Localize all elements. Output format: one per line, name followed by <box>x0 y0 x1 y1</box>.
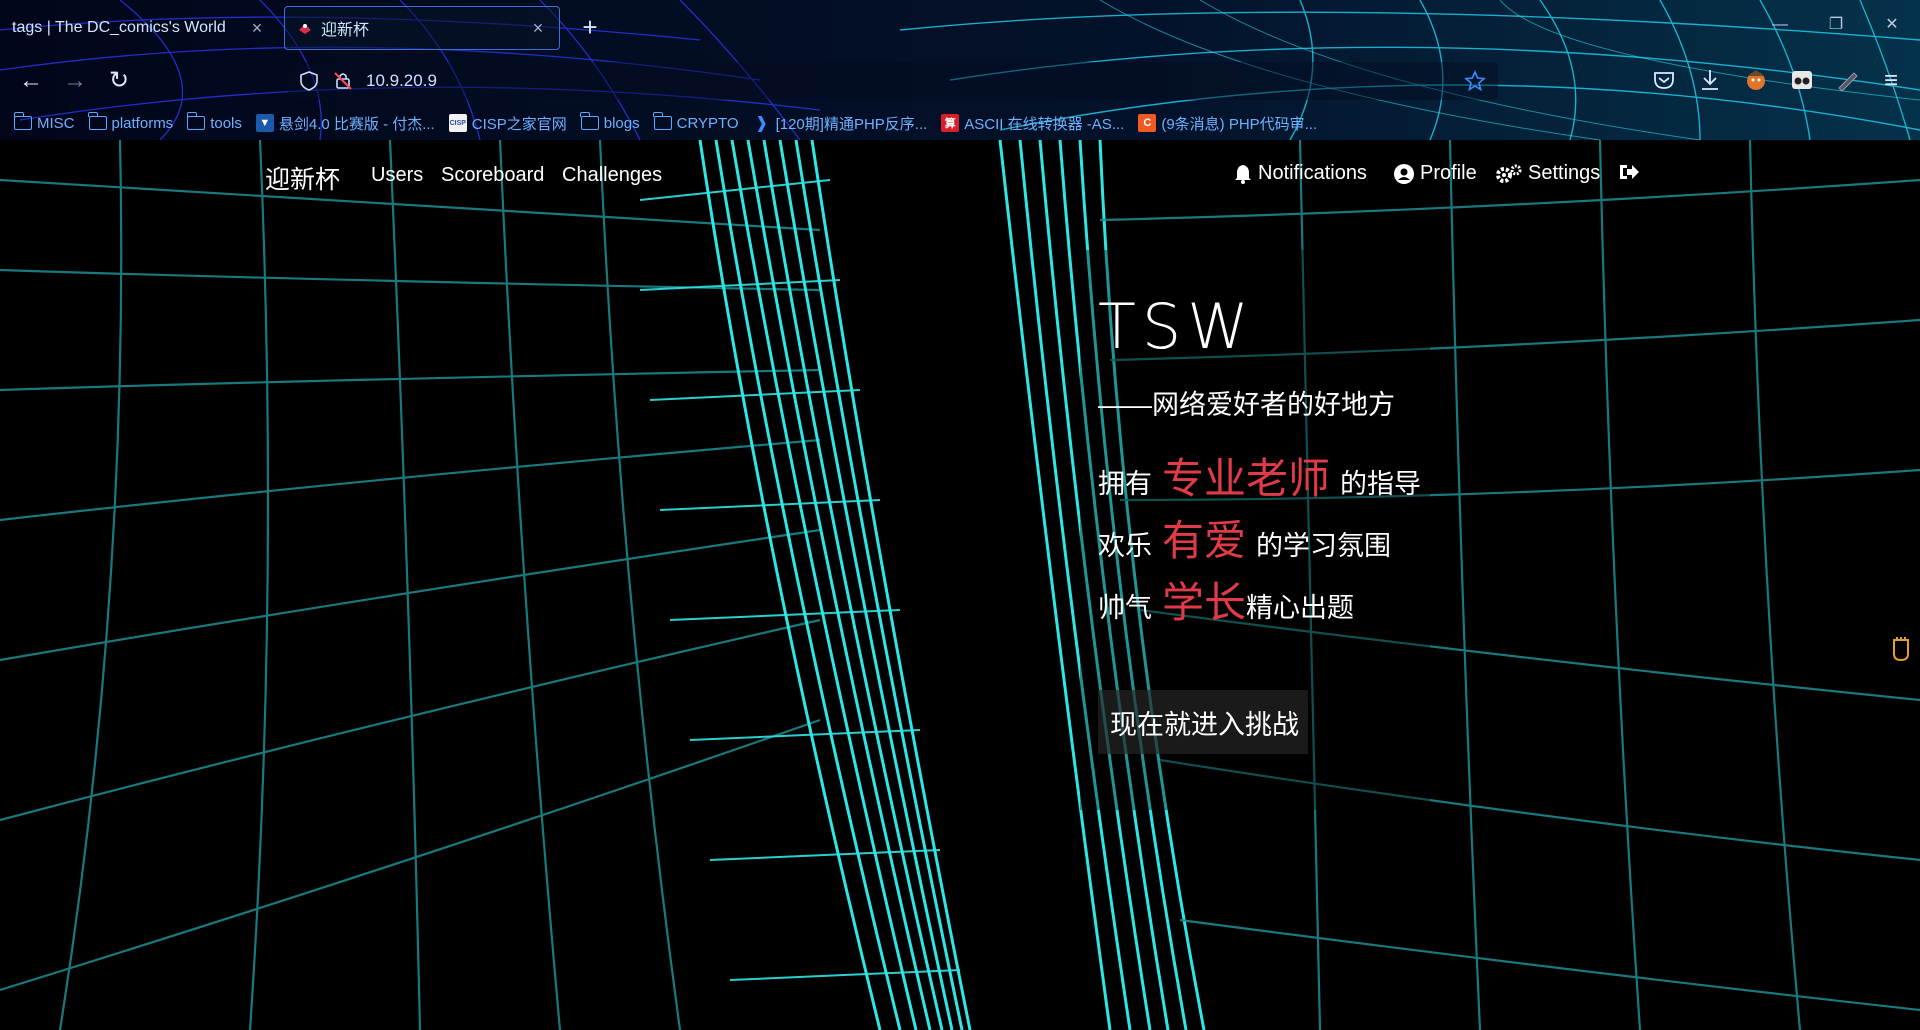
bookmark-label: CISP之家官网 <box>471 115 567 133</box>
bookmark-misc[interactable]: MISC <box>13 112 75 132</box>
hero-highlight: 专业老师 <box>1162 455 1331 502</box>
menu-icon[interactable]: ≡ <box>1874 64 1908 98</box>
tab-close-icon[interactable]: × <box>529 18 547 39</box>
bilibili-favicon-icon: ❱ <box>754 115 769 132</box>
bookmark-label: [120期]精通PHP反序... <box>775 115 928 133</box>
bell-icon <box>1235 164 1251 184</box>
bookmark-star-icon[interactable] <box>1464 70 1486 92</box>
nav-settings-label: Settings <box>1528 162 1601 184</box>
bookmark-label: tools <box>210 114 242 132</box>
close-window-button[interactable]: ✕ <box>1872 10 1912 40</box>
bookmark-cisp[interactable]: CISP CISP之家官网 <box>448 113 567 134</box>
insecure-lock-icon[interactable] <box>332 70 354 92</box>
hero-line-seniors: 帅气 学长精心出题 <box>1098 569 1354 630</box>
hero-highlight: 学长 <box>1162 579 1247 626</box>
folder-icon <box>13 112 32 130</box>
folder-icon <box>580 112 599 130</box>
bookmark-xuanjian[interactable]: ▼ 悬剑4.0 比赛版 - 付杰... <box>255 113 435 134</box>
bookmark-label: (9条消息) PHP代码审... <box>1161 115 1318 133</box>
nav-profile-label: Profile <box>1420 162 1477 184</box>
bookmark-php-unserialize[interactable]: ❱ [120期]精通PHP反序... <box>753 113 928 134</box>
nav-notifications-label: Notifications <box>1258 162 1367 184</box>
nav-scoreboard[interactable]: Scoreboard <box>441 164 544 187</box>
url-bar[interactable]: 10.9.20.9 <box>288 62 1498 100</box>
bookmark-label: MISC <box>37 114 75 132</box>
bookmark-label: platforms <box>111 114 174 132</box>
bookmarks-bar: MISC platforms tools ▼ 悬剑4.0 比赛版 - 付杰...… <box>0 108 1920 138</box>
reload-icon[interactable]: ↻ <box>102 64 136 98</box>
tab-title: 迎新杯 <box>321 22 370 39</box>
enter-challenge-button[interactable]: 现在就进入挑战 <box>1098 690 1308 754</box>
minimize-button[interactable]: — <box>1760 10 1800 40</box>
nav-users[interactable]: Users <box>371 164 423 187</box>
suan-favicon-icon: 算 <box>941 114 960 132</box>
nav-profile[interactable]: Profile <box>1394 162 1477 185</box>
restore-button[interactable]: ❐ <box>1816 10 1856 40</box>
tab-bar: tags | The DC_comics's World × 迎新杯 × + —… <box>0 0 1920 52</box>
hero-line-pre: 帅气 <box>1098 593 1152 623</box>
extension-pen-icon[interactable] <box>1834 66 1862 94</box>
bookmark-ascii[interactable]: 算 ASCII 在线转换器 -AS... <box>941 113 1124 134</box>
nav-notifications[interactable]: Notifications <box>1234 162 1367 185</box>
folder-icon <box>653 112 672 130</box>
bookmark-csdn[interactable]: C (9条消息) PHP代码审... <box>1138 113 1317 134</box>
bookmark-crypto[interactable]: CRYPTO <box>653 112 739 132</box>
hackbar-extension-icon[interactable] <box>1742 66 1770 94</box>
bookmark-label: ASCII 在线转换器 -AS... <box>964 115 1125 133</box>
shield-icon[interactable] <box>298 70 320 92</box>
hero-line-pre: 欢乐 <box>1098 531 1152 561</box>
bookmark-label: 悬剑4.0 比赛版 - 付杰... <box>278 115 435 133</box>
site-brand[interactable]: 迎新杯 <box>265 160 340 196</box>
folder-icon <box>88 112 107 130</box>
hero-line-atmosphere: 欢乐 有爱 的学习氛围 <box>1098 507 1391 568</box>
new-tab-button[interactable]: + <box>574 12 606 44</box>
hero-line-post: 精心出题 <box>1246 593 1355 623</box>
bookmark-blogs[interactable]: blogs <box>580 112 640 132</box>
tab-active-yingxinbei[interactable]: 迎新杯 × <box>284 6 560 50</box>
pocket-icon[interactable] <box>1650 66 1678 94</box>
shield-favicon-icon: ▼ <box>255 114 274 132</box>
hero-line-post: 的指导 <box>1340 469 1422 499</box>
back-arrow-icon[interactable]: ← <box>14 64 48 98</box>
folder-icon <box>186 112 206 130</box>
bookmark-label: CRYPTO <box>676 114 739 132</box>
tab-title: tags | The DC_comics's World <box>12 19 226 36</box>
bookmark-tools[interactable]: tools <box>186 112 242 132</box>
side-widget-icon[interactable] <box>1890 636 1912 662</box>
hero-title: TSW <box>1098 290 1255 363</box>
hero-highlight: 有爱 <box>1162 517 1247 564</box>
user-circle-icon <box>1394 163 1414 184</box>
cisp-favicon-icon: CISP <box>448 114 467 132</box>
nav-challenges[interactable]: Challenges <box>562 164 662 187</box>
forward-arrow-icon[interactable]: → <box>58 64 92 98</box>
nav-settings[interactable]: Settings <box>1496 162 1600 185</box>
site-navbar: 迎新杯 Users Scoreboard Challenges Notifica… <box>0 140 1920 212</box>
url-text[interactable]: 10.9.20.9 <box>366 71 437 91</box>
bookmark-platforms[interactable]: platforms <box>88 112 174 132</box>
cyber-grid-background <box>0 140 1920 1030</box>
tab-close-icon[interactable]: × <box>248 18 266 39</box>
web-page: 迎新杯 Users Scoreboard Challenges Notifica… <box>0 140 1920 1030</box>
nav-logout[interactable] <box>1618 162 1646 182</box>
navigation-toolbar: ← → ↻ 10.9.20.9 ≡ <box>0 56 1920 104</box>
hero-line-post: 的学习氛围 <box>1256 531 1392 561</box>
ctf-favicon-icon <box>299 24 311 34</box>
hero-subtitle: ——网络爱好者的好地方 <box>1098 390 1395 420</box>
cogs-icon <box>1496 164 1522 183</box>
hero-line-teachers: 拥有 专业老师 的指导 <box>1098 445 1421 506</box>
extension-glasses-icon[interactable] <box>1788 66 1816 94</box>
tab-dc-comics[interactable]: tags | The DC_comics's World × <box>0 6 278 50</box>
browser-chrome: tags | The DC_comics's World × 迎新杯 × + —… <box>0 0 1920 140</box>
download-icon[interactable] <box>1696 66 1724 94</box>
sign-out-icon <box>1620 165 1639 179</box>
bookmark-label: blogs <box>603 114 640 132</box>
csdn-favicon-icon: C <box>1138 114 1157 132</box>
hero-line-pre: 拥有 <box>1098 469 1152 499</box>
